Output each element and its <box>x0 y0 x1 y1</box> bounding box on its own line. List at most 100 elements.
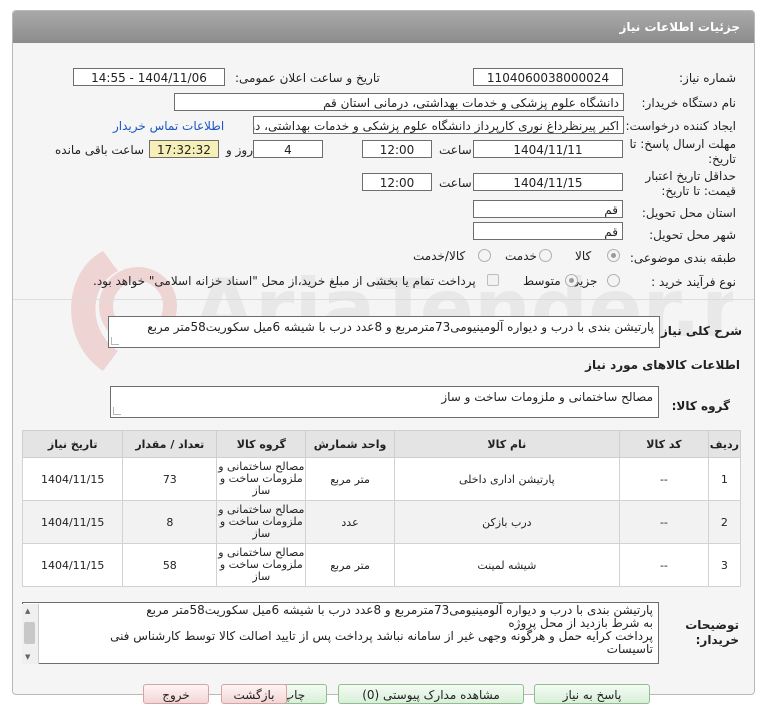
validity-label-2: قیمت: تا تاریخ: <box>661 184 736 198</box>
days-label: روز و <box>226 143 253 157</box>
validity-label: حداقل تاریخ اعتبار <box>645 169 736 183</box>
cell-unit: متر مربع <box>305 457 395 501</box>
process-label: نوع فرآیند خرید : <box>651 275 736 289</box>
announce-label: تاریخ و ساعت اعلان عمومی: <box>235 71 380 85</box>
category-option-goods: کالا <box>575 249 592 263</box>
cell-name: درب بازکن <box>393 500 621 544</box>
process-option-medium: متوسط <box>523 274 561 288</box>
cell-group: مصالح ساختمانی و ملزومات ساخت و ساز <box>216 457 307 501</box>
buyer-notes-line: تاسیسات <box>606 642 653 656</box>
table-header-row: ردیف کد کالا نام کالا واحد شمارش گروه کا… <box>21 430 742 458</box>
send-deadline-label: مهلت ارسال پاسخ: تا <box>629 137 736 151</box>
cell-qty: 73 <box>122 457 218 501</box>
city-field: قم <box>473 222 623 240</box>
table-row: 1 -- پارتیشن اداری داخلی متر مربع مصالح … <box>21 457 742 501</box>
watermark-logo: AriaTender.neT <box>71 251 733 371</box>
requester-field: اکبر پیرنظرداغ نوری کارپرداز دانشگاه علو… <box>253 116 624 134</box>
category-label: طبقه بندی موضوعی: <box>629 251 736 265</box>
goods-section-title: اطلاعات کالاهای مورد نیاز <box>585 358 740 372</box>
announce-field: 1404/11/06 - 14:55 <box>73 68 225 86</box>
buyer-org-field: دانشگاه علوم پزشکی و خدمات بهداشتی، درما… <box>174 93 624 111</box>
province-field: قم <box>473 200 623 218</box>
cell-qty: 58 <box>122 543 218 587</box>
need-number-label: شماره نیاز: <box>679 71 736 85</box>
cell-name: شیشه لمینت <box>393 543 621 587</box>
province-label: استان محل تحویل: <box>641 206 736 220</box>
col-header-index: ردیف <box>707 430 742 458</box>
goods-table: ردیف کد کالا نام کالا واحد شمارش گروه کا… <box>21 430 742 587</box>
description-text: پارتیشن بندی با درب و دیواره آلومینیومی7… <box>147 320 654 334</box>
cell-unit: متر مربع <box>305 543 395 587</box>
cell-index: 2 <box>707 500 742 544</box>
col-header-qty: تعداد / مقدار <box>122 430 218 458</box>
goods-group-textarea[interactable]: مصالح ساختمانی و ملزومات ساخت و ساز <box>110 386 659 418</box>
description-label: شرح کلی نیاز: <box>656 324 742 338</box>
send-time-field: 12:00 <box>362 140 432 158</box>
need-details-panel: جزئیات اطلاعات نیاز AriaTender.neT شماره… <box>12 10 755 695</box>
resize-grip-icon[interactable] <box>111 337 119 345</box>
requester-label: ایجاد کننده درخواست: <box>625 119 736 133</box>
remaining-label: ساعت باقی مانده <box>55 143 145 157</box>
category-radio-service[interactable] <box>539 249 552 262</box>
cell-date: 1404/11/15 <box>21 457 124 501</box>
buyer-org-label: نام دستگاه خریدار: <box>641 96 737 110</box>
treasury-payment-note: پرداخت تمام یا بخشی از مبلغ خرید،از محل … <box>93 274 476 288</box>
divider <box>13 299 754 300</box>
send-deadline-label-2: تاریخ: <box>708 152 736 166</box>
cell-qty: 8 <box>122 500 218 544</box>
col-header-group: گروه کالا <box>216 430 307 458</box>
table-row: 2 -- درب بازکن عدد مصالح ساختمانی و ملزو… <box>21 500 742 544</box>
cell-unit: عدد <box>305 500 395 544</box>
cell-name: پارتیشن اداری داخلی <box>393 457 621 501</box>
cell-code: -- <box>619 543 709 587</box>
panel-title: جزئیات اطلاعات نیاز <box>619 20 740 34</box>
send-date-field: 1404/11/11 <box>473 140 623 158</box>
validity-time-field: 12:00 <box>362 173 432 191</box>
scroll-thumb[interactable] <box>24 622 35 644</box>
reply-button[interactable]: پاسخ به نیاز <box>534 684 650 704</box>
need-number-field: 1104060038000024 <box>473 68 623 86</box>
table-row: 3 -- شیشه لمینت متر مربع مصالح ساختمانی … <box>21 543 742 587</box>
buyer-notes-label: توضیحات <box>685 618 739 632</box>
scroll-down-icon[interactable]: ▼ <box>25 653 30 661</box>
cell-group: مصالح ساختمانی و ملزومات ساخت و ساز <box>216 500 307 544</box>
col-header-name: نام کالا <box>393 430 621 458</box>
category-radio-goods[interactable] <box>607 249 620 262</box>
back-button[interactable]: بازگشت <box>221 684 287 704</box>
exit-button[interactable]: خروج <box>143 684 209 704</box>
col-header-code: کد کالا <box>619 430 709 458</box>
buyer-notes-scrollbar[interactable]: ▲ ▼ <box>22 604 39 664</box>
days-field: 4 <box>253 140 323 158</box>
remaining-time-field: 17:32:32 <box>149 140 219 158</box>
cell-index: 1 <box>707 457 742 501</box>
cell-code: -- <box>619 457 709 501</box>
goods-group-text: مصالح ساختمانی و ملزومات ساخت و ساز <box>441 390 653 404</box>
process-radio-medium[interactable] <box>565 274 578 287</box>
treasury-payment-checkbox[interactable] <box>487 274 499 286</box>
send-time-label: ساعت <box>439 143 472 157</box>
buyer-notes-line: پرداخت کرایه حمل و هرگونه وجهی غیر از سا… <box>110 629 653 643</box>
cell-group: مصالح ساختمانی و ملزومات ساخت و ساز <box>216 543 307 587</box>
col-header-date: تاریخ نیاز <box>21 430 124 458</box>
buyer-contact-link[interactable]: اطلاعات تماس خریدار <box>113 119 224 133</box>
cell-index: 3 <box>707 543 742 587</box>
scroll-up-icon[interactable]: ▲ <box>25 607 30 615</box>
col-header-unit: واحد شمارش <box>305 430 395 458</box>
category-option-both: کالا/خدمت <box>413 249 466 263</box>
buyer-notes-textarea[interactable]: پارتیشن بندی با درب و دیواره آلومینیومی7… <box>22 602 659 664</box>
category-option-service: خدمت <box>505 249 537 263</box>
panel-header: جزئیات اطلاعات نیاز <box>13 11 754 43</box>
validity-time-label: ساعت <box>439 176 472 190</box>
category-radio-both[interactable] <box>478 249 491 262</box>
cell-date: 1404/11/15 <box>21 500 124 544</box>
goods-group-label: گروه کالا: <box>671 399 730 413</box>
validity-date-field: 1404/11/15 <box>473 173 623 191</box>
attachments-button[interactable]: مشاهده مدارک پیوستی (0) <box>338 684 524 704</box>
cell-date: 1404/11/15 <box>21 543 124 587</box>
resize-grip-icon[interactable] <box>113 407 121 415</box>
process-radio-minor[interactable] <box>607 274 620 287</box>
cell-code: -- <box>619 500 709 544</box>
city-label: شهر محل تحویل: <box>649 228 736 242</box>
buyer-notes-label-2: خریدار: <box>695 633 739 647</box>
description-textarea[interactable]: پارتیشن بندی با درب و دیواره آلومینیومی7… <box>108 316 660 348</box>
